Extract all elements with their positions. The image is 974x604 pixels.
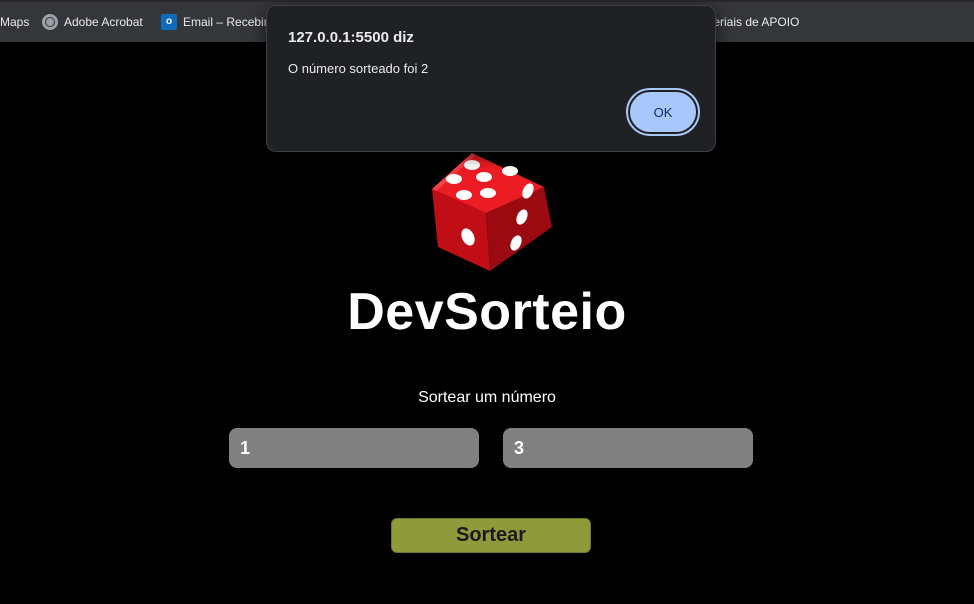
bookmark-adobe-acrobat[interactable]: Adobe Acrobat [42,2,143,42]
bookmark-label: teriais de APOIO [710,15,800,29]
globe-icon [42,14,58,30]
bookmark-maps[interactable]: Maps [0,2,29,42]
bookmark-label: Adobe Acrobat [64,15,143,29]
alert-dialog: 127.0.0.1:5500 diz O número sorteado foi… [266,5,716,152]
ok-button[interactable]: OK [626,88,700,136]
bookmark-label: Maps [0,15,30,29]
app-subtitle: Sortear um número [418,389,556,406]
outlook-icon: o [161,14,177,30]
dice-icon [432,153,552,271]
dialog-message: O número sorteado foi 2 [288,61,429,76]
sortear-button[interactable]: Sortear [391,518,591,553]
app-title: DevSorteio [347,283,627,341]
bookmark-label: Email – Recebim [183,15,274,29]
max-number-input[interactable] [503,428,753,468]
bookmark-materiais-apoio[interactable]: teriais de APOIO [710,2,799,42]
min-number-input[interactable] [229,428,479,468]
dialog-title: 127.0.0.1:5500 diz [288,29,414,46]
bookmark-email[interactable]: o Email – Recebim [161,2,274,42]
